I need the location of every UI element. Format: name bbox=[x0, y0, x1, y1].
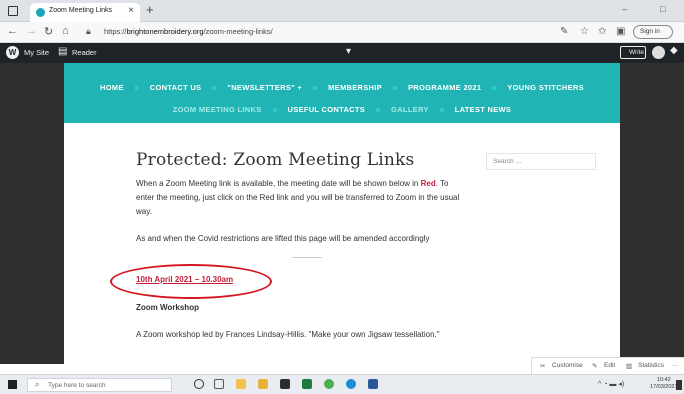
search-icon: ⌕ bbox=[35, 380, 40, 389]
intro-text-before: When a Zoom Meeting link is available, t… bbox=[136, 179, 421, 188]
forward-icon[interactable]: → bbox=[26, 25, 37, 37]
customise-link[interactable]: Customise bbox=[552, 362, 583, 369]
article-header: Protected: Zoom Meeting Links bbox=[136, 150, 466, 170]
minimize-button[interactable]: – bbox=[622, 4, 627, 14]
weather-icon[interactable] bbox=[236, 379, 246, 389]
edge-icon[interactable] bbox=[346, 379, 356, 389]
statistics-icon: ▥ bbox=[626, 363, 633, 370]
home-icon[interactable]: ⌂ bbox=[62, 25, 69, 37]
nav-separator bbox=[272, 107, 277, 112]
nav-separator bbox=[439, 107, 444, 112]
reader-icon: ▤ bbox=[58, 46, 68, 57]
intro-paragraph: When a Zoom Meeting link is available, t… bbox=[136, 177, 466, 219]
nav-separator bbox=[212, 85, 217, 90]
tab-close-icon[interactable]: × bbox=[128, 5, 134, 16]
tray-icons[interactable]: ^ ◔ ▬ ◂) bbox=[598, 380, 624, 388]
browser-tab-strip: Zoom Meeting Links × + – □ bbox=[0, 0, 684, 22]
nav-separator bbox=[376, 107, 381, 112]
notifications-icon[interactable]: ◆ bbox=[670, 45, 678, 56]
statistics-link[interactable]: Statistics bbox=[638, 362, 664, 369]
nav-item-zoom-meeting-links[interactable]: ZOOM MEETING LINKS bbox=[173, 105, 262, 114]
nav-separator bbox=[392, 85, 397, 90]
customizer-bar: ✂ Customise ✎ Edit ▥ Statistics ··· bbox=[531, 357, 684, 374]
nav-row-primary: HOME CONTACT US "NEWSLETTERS" + MEMBERSHIP P… bbox=[64, 82, 620, 92]
nav-item-young-stitchers[interactable]: YOUNG STITCHERS bbox=[507, 83, 584, 92]
taskbar-search-placeholder: Type here to search bbox=[48, 382, 106, 389]
file-explorer-icon[interactable] bbox=[258, 379, 268, 389]
clock-date: 17/03/2021 bbox=[650, 384, 678, 390]
sign-in-label: Sign in bbox=[640, 28, 660, 35]
intro-red-word: Red bbox=[420, 179, 436, 188]
search-placeholder: Search … bbox=[493, 158, 522, 165]
taskbar-search-input[interactable]: ⌕ Type here to search bbox=[27, 378, 172, 392]
my-site-link[interactable]: My Site bbox=[24, 48, 49, 57]
covid-notice-paragraph: As and when the Covid restrictions are l… bbox=[136, 234, 430, 243]
windows-taskbar: ⌕ Type here to search ^ ◔ ▬ ◂) 10:42 17/… bbox=[0, 374, 684, 394]
content-divider bbox=[292, 257, 322, 258]
maximize-button[interactable]: □ bbox=[660, 4, 665, 14]
store-icon[interactable] bbox=[280, 379, 290, 389]
sign-in-button[interactable]: Sign in bbox=[633, 25, 673, 39]
write-label: Write bbox=[629, 49, 645, 56]
task-view-icon[interactable] bbox=[214, 379, 224, 389]
meeting-link[interactable]: 10th April 2021 – 10.30am bbox=[136, 275, 233, 284]
back-icon[interactable]: ← bbox=[7, 25, 18, 37]
customise-icon: ✂ bbox=[540, 363, 546, 370]
avatar[interactable] bbox=[652, 46, 665, 59]
nav-item-contact-us[interactable]: CONTACT US bbox=[150, 83, 202, 92]
page-title: Protected: Zoom Meeting Links bbox=[136, 150, 415, 170]
address-bar[interactable]: https://brightonembroidery.org/zoom-meet… bbox=[104, 27, 273, 36]
edit-link[interactable]: Edit bbox=[604, 362, 615, 369]
collections-icon[interactable]: ▣ bbox=[616, 26, 625, 37]
notification-center-icon[interactable] bbox=[676, 380, 682, 390]
edit-icon: ✎ bbox=[592, 363, 598, 370]
chrome-icon[interactable] bbox=[324, 379, 334, 389]
refresh-icon[interactable]: ↻ bbox=[44, 25, 53, 38]
toggle-sidebar-icon[interactable]: ▾ bbox=[346, 46, 351, 57]
browser-tab[interactable]: Zoom Meeting Links × bbox=[30, 3, 140, 22]
nav-item-gallery[interactable]: GALLERY bbox=[391, 105, 429, 114]
favorite-icon[interactable]: ☆ bbox=[580, 26, 589, 37]
nav-item-latest-news[interactable]: LATEST NEWS bbox=[455, 105, 512, 114]
nav-separator bbox=[134, 85, 139, 90]
nav-separator bbox=[313, 85, 318, 90]
nav-item-membership[interactable]: MEMBERSHIP bbox=[328, 83, 382, 92]
nav-row-secondary: ZOOM MEETING LINKS USEFUL CONTACTS GALLERY… bbox=[64, 104, 620, 114]
url-domain: brightonembroidery.org bbox=[126, 27, 204, 36]
nav-item-useful-contacts[interactable]: USEFUL CONTACTS bbox=[288, 105, 366, 114]
sidebar-search-input[interactable]: Search … bbox=[486, 153, 596, 170]
word-icon[interactable] bbox=[368, 379, 378, 389]
url-prefix: https:// bbox=[104, 27, 127, 36]
tab-title: Zoom Meeting Links bbox=[49, 7, 113, 14]
clock-time: 10:42 bbox=[656, 377, 671, 383]
nav-item-programme-2021[interactable]: PROGRAMME 2021 bbox=[408, 83, 481, 92]
url-path: /zoom-meeting-links/ bbox=[203, 27, 273, 36]
nav-separator bbox=[492, 85, 497, 90]
wp-admin-bar: W My Site ▤ Reader ▾ Write ◆ bbox=[0, 43, 684, 63]
nav-item-home[interactable]: HOME bbox=[100, 83, 124, 92]
workshop-description: A Zoom workshop led by Frances Lindsay-H… bbox=[136, 330, 440, 339]
system-clock[interactable]: 10:42 17/03/2021 bbox=[650, 377, 678, 391]
window-menu-icon[interactable] bbox=[8, 6, 18, 16]
read-aloud-icon[interactable]: ✎ bbox=[560, 26, 568, 37]
workshop-title: Zoom Workshop bbox=[136, 303, 199, 312]
reader-link[interactable]: Reader bbox=[72, 48, 97, 57]
site-favicon-icon bbox=[36, 8, 45, 17]
nav-item-newsletters[interactable]: "NEWSLETTERS" + bbox=[227, 83, 302, 92]
windows-start-icon[interactable] bbox=[8, 380, 17, 389]
wordpress-logo-icon[interactable]: W bbox=[6, 46, 19, 59]
favorites-bar-icon[interactable]: ✩ bbox=[598, 26, 606, 37]
more-icon[interactable]: ··· bbox=[672, 362, 679, 369]
write-button[interactable]: Write bbox=[620, 46, 646, 59]
excel-icon[interactable] bbox=[302, 379, 312, 389]
lock-icon[interactable]: 🔒︎ bbox=[86, 26, 91, 37]
browser-toolbar: ← → ↻ ⌂ 🔒︎ https://brightonembroidery.or… bbox=[0, 22, 684, 43]
main-navigation: HOME CONTACT US "NEWSLETTERS" + MEMBERSHIP P… bbox=[64, 63, 620, 123]
new-tab-button[interactable]: + bbox=[146, 2, 154, 17]
cortana-icon[interactable] bbox=[194, 379, 204, 389]
